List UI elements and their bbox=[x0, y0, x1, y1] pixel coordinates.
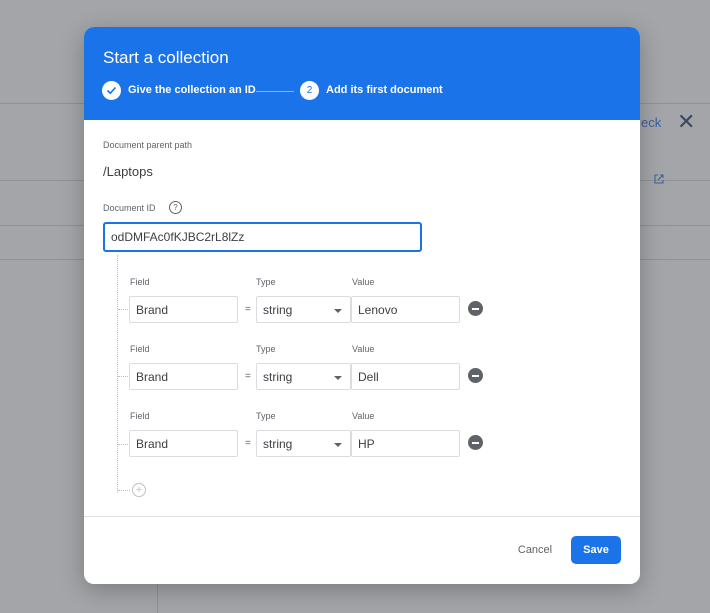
field-name-input[interactable]: Brand bbox=[129, 296, 238, 323]
document-id-input[interactable]: odDMFAc0fKJBC2rL8lZz bbox=[103, 222, 422, 252]
check-icon bbox=[106, 86, 117, 95]
bg-divider bbox=[640, 225, 710, 226]
equals-sign: = bbox=[245, 438, 251, 449]
type-column-label: Type bbox=[256, 344, 276, 354]
value-column-label: Value bbox=[352, 344, 375, 354]
parent-path-value: /Laptops bbox=[103, 164, 153, 179]
field-type-select[interactable]: string bbox=[256, 363, 351, 390]
save-button[interactable]: Save bbox=[571, 536, 621, 564]
start-collection-dialog: Start a collection Give the collection a… bbox=[84, 27, 640, 584]
field-name-input[interactable]: Brand bbox=[129, 363, 238, 390]
field-column-label: Field bbox=[130, 411, 150, 421]
footer-divider bbox=[84, 516, 640, 517]
close-icon[interactable]: ✕ bbox=[677, 111, 695, 133]
bg-link-text: eck bbox=[641, 115, 662, 130]
step-2-indicator: 2 bbox=[300, 81, 319, 100]
remove-field-button[interactable] bbox=[468, 301, 483, 316]
step-2-label: Add its first document bbox=[326, 84, 443, 96]
field-value-input[interactable]: Lenovo bbox=[351, 296, 460, 323]
field-value-input[interactable]: Dell bbox=[351, 363, 460, 390]
dialog-header: Start a collection Give the collection a… bbox=[84, 27, 640, 120]
bg-divider bbox=[640, 103, 710, 104]
chevron-down-icon bbox=[334, 376, 342, 380]
value-column-label: Value bbox=[352, 277, 375, 287]
bg-divider bbox=[640, 180, 710, 181]
cancel-button[interactable]: Cancel bbox=[505, 537, 565, 563]
chevron-down-icon bbox=[334, 309, 342, 313]
dialog-title: Start a collection bbox=[103, 48, 229, 67]
bg-divider bbox=[640, 259, 710, 260]
field-type-select[interactable]: string bbox=[256, 296, 351, 323]
type-column-label: Type bbox=[256, 411, 276, 421]
field-type-value: string bbox=[263, 437, 293, 451]
step-1-indicator bbox=[102, 81, 121, 100]
tree-branch bbox=[118, 490, 130, 491]
bg-divider bbox=[0, 103, 84, 104]
tree-line bbox=[117, 255, 118, 493]
type-column-label: Type bbox=[256, 277, 276, 287]
field-column-label: Field bbox=[130, 277, 150, 287]
step-connector bbox=[256, 91, 294, 92]
field-type-select[interactable]: string bbox=[256, 430, 351, 457]
bg-vertical-divider bbox=[157, 584, 158, 613]
step-1-label: Give the collection an ID bbox=[128, 84, 256, 96]
remove-field-button[interactable] bbox=[468, 368, 483, 383]
equals-sign: = bbox=[245, 304, 251, 315]
parent-path-label: Document parent path bbox=[103, 140, 193, 150]
bg-divider bbox=[0, 225, 84, 226]
bg-divider bbox=[0, 259, 84, 260]
equals-sign: = bbox=[245, 371, 251, 382]
external-link-icon bbox=[654, 174, 664, 184]
help-icon[interactable]: ? bbox=[169, 201, 182, 214]
field-name-input[interactable]: Brand bbox=[129, 430, 238, 457]
field-column-label: Field bbox=[130, 344, 150, 354]
field-value-input[interactable]: HP bbox=[351, 430, 460, 457]
field-type-value: string bbox=[263, 370, 293, 384]
value-column-label: Value bbox=[352, 411, 375, 421]
bg-divider bbox=[0, 180, 84, 181]
add-icon[interactable]: + bbox=[132, 483, 146, 497]
field-type-value: string bbox=[263, 303, 293, 317]
document-id-label: Document ID bbox=[103, 203, 156, 213]
chevron-down-icon bbox=[334, 443, 342, 447]
remove-field-button[interactable] bbox=[468, 435, 483, 450]
